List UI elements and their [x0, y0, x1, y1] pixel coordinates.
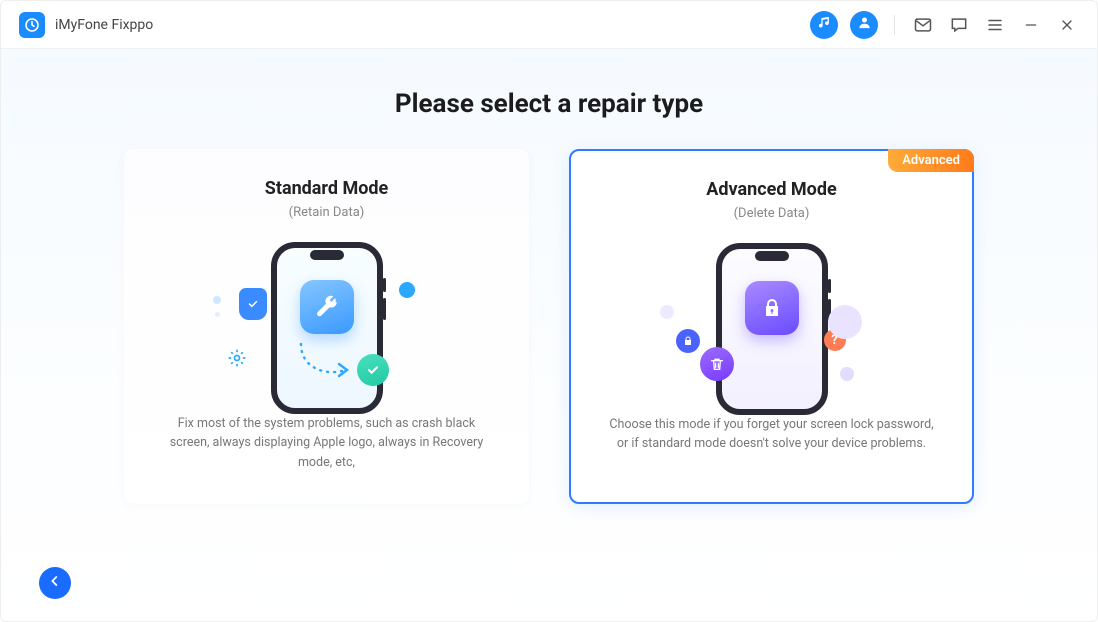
- close-button[interactable]: [1055, 13, 1079, 37]
- account-icon: [857, 15, 872, 34]
- account-button[interactable]: [850, 11, 878, 39]
- wrench-icon: [300, 280, 354, 334]
- titlebar-right: [810, 11, 1079, 39]
- feedback-button[interactable]: [947, 13, 971, 37]
- page-heading: Please select a repair type: [1, 49, 1097, 119]
- standard-mode-title: Standard Mode: [265, 178, 388, 199]
- gear-icon: [227, 348, 247, 368]
- menu-icon: [986, 16, 1004, 34]
- titlebar-divider: [894, 15, 895, 35]
- app-logo: [19, 12, 45, 38]
- close-icon: [1059, 17, 1075, 33]
- shield-icon: [239, 288, 267, 320]
- titlebar-left: iMyFone Fixppo: [19, 12, 153, 38]
- deco-dot: [399, 282, 415, 298]
- page-body: Please select a repair type Standard Mod…: [1, 49, 1097, 621]
- trash-icon: [700, 347, 734, 381]
- back-button[interactable]: [39, 567, 71, 599]
- standard-mode-description: Fix most of the system problems, such as…: [149, 414, 504, 472]
- repair-type-cards: Standard Mode (Retain Data): [1, 149, 1097, 504]
- advanced-mode-subtitle: (Delete Data): [734, 206, 810, 221]
- lock-icon: [745, 281, 799, 335]
- menu-button[interactable]: [983, 13, 1007, 37]
- standard-mode-subtitle: (Retain Data): [289, 205, 365, 220]
- advanced-mode-illustration: ?: [662, 235, 882, 405]
- standard-mode-illustration: [217, 234, 437, 404]
- app-title: iMyFone Fixppo: [55, 17, 153, 33]
- standard-mode-card[interactable]: Standard Mode (Retain Data): [124, 149, 529, 504]
- advanced-mode-title: Advanced Mode: [706, 179, 836, 200]
- advanced-badge: Advanced: [888, 149, 974, 172]
- feedback-icon: [949, 15, 969, 35]
- app-window: iMyFone Fixppo: [0, 0, 1098, 622]
- music-icon: [817, 15, 832, 34]
- minimize-button[interactable]: [1019, 13, 1043, 37]
- music-button[interactable]: [810, 11, 838, 39]
- check-circle-icon: [357, 354, 389, 386]
- advanced-mode-description: Choose this mode if you forget your scre…: [595, 415, 948, 454]
- mail-icon: [913, 15, 933, 35]
- advanced-mode-card[interactable]: Advanced Advanced Mode (Delete Data): [569, 149, 974, 504]
- minimize-icon: [1023, 17, 1039, 33]
- titlebar: iMyFone Fixppo: [1, 1, 1097, 49]
- lock-small-icon: [676, 329, 700, 353]
- arrow-left-icon: [47, 573, 63, 593]
- mail-button[interactable]: [911, 13, 935, 37]
